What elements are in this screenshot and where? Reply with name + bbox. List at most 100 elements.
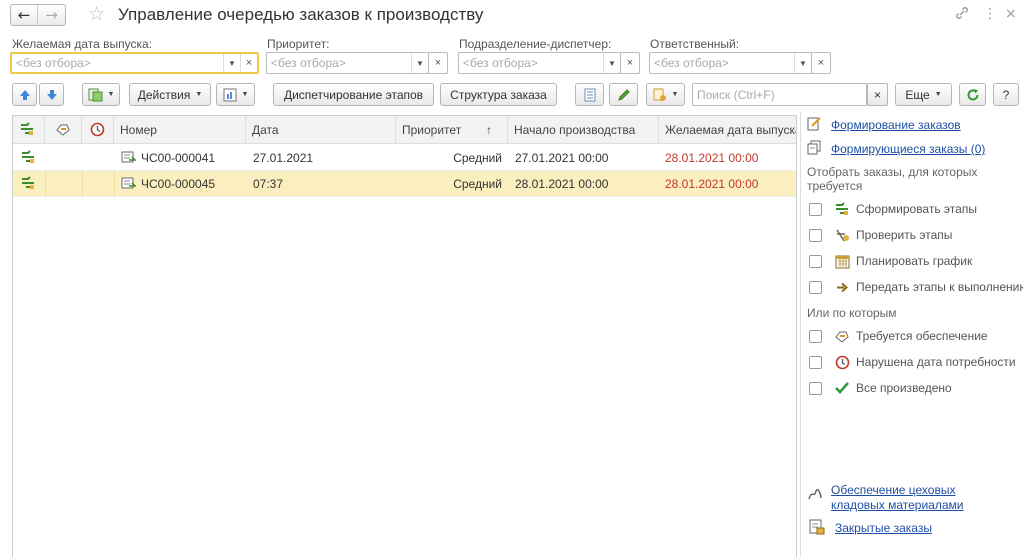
checkbox-check-stages[interactable]: Проверить этапы [809, 227, 952, 243]
order-date: 07:37 [253, 177, 284, 191]
document-posted-icon [121, 151, 136, 165]
order-number: ЧС00-000045 [141, 177, 216, 191]
chevron-down-icon: ▼ [107, 91, 115, 98]
arrow-up-icon [19, 89, 30, 100]
link-warehouse-supply[interactable]: Обеспечение цеховых кладовых материалами [831, 483, 963, 513]
warehouse-supply-icon [807, 486, 823, 502]
checkbox-supply-required[interactable]: Требуется обеспечение [809, 328, 988, 344]
chevron-down-icon[interactable]: ▼ [603, 53, 620, 73]
move-up-button[interactable] [12, 83, 37, 106]
date-violated-icon [834, 354, 850, 370]
orders-table: Номер Дата Приоритет ↑ Начало производст… [12, 115, 797, 557]
cell-divider [45, 171, 46, 197]
checkbox[interactable] [809, 329, 822, 343]
order-number: ЧС00-000041 [141, 151, 216, 165]
link-icon[interactable] [955, 6, 969, 20]
filter-desired-date-field[interactable]: <без отбора> ▼ × [10, 52, 259, 74]
move-down-button[interactable] [39, 83, 64, 106]
stages-column-header[interactable] [13, 116, 45, 144]
link-form-orders[interactable]: Формирование заказов [831, 118, 961, 132]
list-settings-button[interactable] [575, 83, 604, 106]
checkbox[interactable] [809, 228, 822, 242]
stages-icon [834, 201, 850, 217]
refresh-button[interactable] [959, 83, 986, 106]
refresh-icon [967, 88, 978, 100]
checkmark-icon [834, 380, 850, 396]
actions-button[interactable]: Действия ▼ [129, 83, 211, 106]
select-orders-caption: Отобрать заказы, для которых требуется [807, 165, 978, 193]
chevron-down-icon: ▼ [934, 91, 942, 98]
link-forming-orders[interactable]: Формирующиеся заказы (0) [831, 142, 985, 156]
more-button[interactable]: Еще ▼ [895, 83, 952, 106]
help-button[interactable]: ? [993, 83, 1019, 106]
chevron-down-icon: ▼ [671, 91, 679, 98]
clear-department-button[interactable]: × [620, 52, 640, 74]
document-settings-icon [653, 88, 666, 101]
stages-icon [21, 176, 36, 192]
clear-responsible-button[interactable]: × [811, 52, 831, 74]
checkbox-plan-schedule[interactable]: Планировать график [809, 253, 972, 269]
report-icon [223, 88, 237, 101]
cell-divider [114, 171, 115, 197]
checkbox-label: Проверить этапы [856, 228, 953, 242]
stages-icon [21, 122, 33, 135]
checkbox-label: Передать этапы к выполнению [856, 280, 1023, 294]
checkbox-transfer-stages[interactable]: Передать этапы к выполнению [809, 279, 1023, 295]
column-header-date[interactable]: Дата [246, 116, 396, 144]
back-button[interactable]: ← [11, 5, 38, 25]
clear-priority-button[interactable]: × [428, 52, 448, 74]
checkbox[interactable] [809, 280, 822, 294]
attachments-button[interactable]: ▼ [646, 83, 685, 106]
arrow-right-icon [834, 279, 850, 295]
order-structure-button[interactable]: Структура заказа [440, 83, 557, 106]
supply-column-header[interactable] [45, 116, 82, 144]
create-order-button[interactable]: ▼ [82, 83, 120, 106]
date-violated-column-header[interactable] [82, 116, 114, 144]
chevron-down-icon[interactable]: ▼ [223, 54, 240, 72]
clear-search-button[interactable]: × [867, 83, 888, 106]
create-document-icon [88, 88, 103, 102]
form-orders-icon [807, 116, 822, 131]
checkbox-form-stages[interactable]: Сформировать этапы [809, 201, 977, 217]
edit-button[interactable] [609, 83, 638, 106]
clear-icon[interactable]: × [240, 54, 257, 72]
table-row-selected[interactable]: ЧС00-000045 07:37 Средний 28.01.2021 00:… [13, 171, 796, 197]
filter-priority-field[interactable]: <без отбора> ▼ [266, 52, 429, 74]
column-header-number[interactable]: Номер [114, 116, 246, 144]
checkbox[interactable] [809, 381, 822, 395]
right-panel: Формирование заказов Формирующиеся заказ… [800, 112, 1023, 557]
filter-desired-date-placeholder: <без отбора> [16, 56, 91, 70]
checkbox-date-violated[interactable]: Нарушена дата потребности [809, 354, 1016, 370]
more-menu-icon[interactable]: ⋮ [983, 6, 997, 22]
column-header-start[interactable]: Начало производства [508, 116, 659, 144]
chevron-down-icon: ▼ [195, 91, 203, 98]
table-row[interactable]: ЧС00-000041 27.01.2021 Средний 27.01.202… [13, 145, 796, 171]
pencil-icon [617, 88, 630, 101]
checkbox-all-produced[interactable]: Все произведено [809, 380, 952, 396]
reports-button[interactable]: ▼ [216, 83, 255, 106]
order-desired-date: 28.01.2021 00:00 [665, 177, 759, 191]
chevron-down-icon[interactable]: ▼ [794, 53, 811, 73]
column-header-desired-date[interactable]: Желаемая дата выпуска [659, 116, 796, 144]
link-closed-orders[interactable]: Закрытые заказы [835, 521, 932, 535]
supply-icon [56, 124, 70, 136]
search-input[interactable]: Поиск (Ctrl+F) [692, 83, 867, 106]
search-placeholder: Поиск (Ctrl+F) [697, 87, 775, 102]
checkbox[interactable] [809, 254, 822, 268]
checkbox[interactable] [809, 355, 822, 369]
checkbox[interactable] [809, 202, 822, 216]
close-icon[interactable]: × [1005, 6, 1017, 22]
forward-button[interactable]: → [38, 5, 65, 25]
checkbox-label: Планировать график [856, 254, 973, 268]
filter-department-field[interactable]: <без отбора> ▼ [458, 52, 621, 74]
checkbox-label: Нарушена дата потребности [856, 355, 1016, 369]
chevron-down-icon[interactable]: ▼ [411, 53, 428, 73]
closed-orders-icon [809, 519, 825, 535]
dispatch-stages-button[interactable]: Диспетчирование этапов [273, 83, 434, 106]
filter-label-desired-date: Желаемая дата выпуска: [12, 37, 152, 51]
favorite-star-icon[interactable]: ☆ [88, 3, 105, 25]
check-stages-icon [834, 227, 850, 243]
filter-responsible-field[interactable]: <без отбора> ▼ [649, 52, 812, 74]
or-caption: Или по которым [807, 306, 897, 320]
column-header-priority[interactable]: Приоритет ↑ [396, 116, 508, 144]
